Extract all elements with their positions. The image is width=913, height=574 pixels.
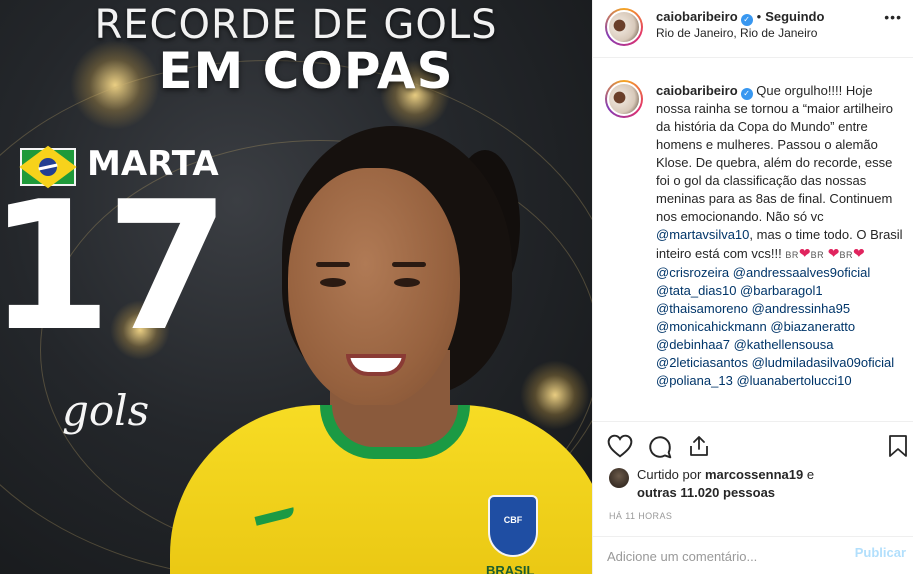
post-image[interactable]: RECORDE DE GOLS EM COPAS MARTA CBF BRASI…	[0, 0, 592, 574]
action-bar	[593, 421, 913, 467]
mention-link[interactable]: @crisrozeira	[656, 265, 729, 280]
likes-count-link[interactable]: outras 11.020 pessoas	[637, 485, 775, 500]
mention-link[interactable]: @poliana_13	[656, 373, 733, 388]
mention-link[interactable]: @luanabertolucci10	[736, 373, 851, 388]
more-options-icon[interactable]: •••	[884, 10, 902, 24]
avatar[interactable]	[609, 468, 629, 488]
post-header: caiobaribeiro ✓ • Seguindo Rio de Janeiro, …	[593, 0, 913, 58]
red-heart-emoji-icon: ❤	[798, 245, 811, 261]
player-photo: CBF BRASIL	[170, 120, 592, 574]
comment-icon[interactable]	[647, 434, 673, 460]
caption-area[interactable]: caiobaribeiro ✓ Que orgulho!!!! Hoje noss…	[593, 58, 913, 420]
mention-link[interactable]: @kathellensousa	[734, 337, 834, 352]
bookmark-icon[interactable]	[887, 434, 909, 458]
comment-input[interactable]	[607, 543, 847, 569]
shirt-brasil-label: BRASIL	[486, 563, 535, 574]
following-button[interactable]: Seguindo	[765, 9, 824, 24]
separator-dot: •	[756, 9, 762, 24]
mention-link[interactable]: @biazaneratto	[770, 319, 855, 334]
post-panel: caiobaribeiro ✓ • Seguindo Rio de Janeiro, …	[592, 0, 913, 574]
headline-line-2: EM COPAS	[158, 42, 454, 100]
br-flag-text: BR	[785, 250, 799, 260]
caption-username[interactable]: caiobaribeiro	[656, 83, 738, 98]
avatar[interactable]	[605, 8, 643, 46]
share-icon[interactable]	[687, 434, 711, 458]
header-user-line: caiobaribeiro ✓ • Seguindo	[656, 9, 824, 26]
mention-link[interactable]: @andressinha95	[752, 301, 850, 316]
br-flag-text: BR	[810, 250, 825, 260]
comment-bar: Publicar	[593, 536, 913, 574]
mention-link[interactable]: @martavsilva10	[656, 227, 749, 242]
goals-number: 17	[0, 163, 230, 370]
location-link[interactable]: Rio de Janeiro, Rio de Janeiro	[656, 26, 817, 40]
header-username[interactable]: caiobaribeiro	[656, 9, 738, 24]
red-heart-emoji-icon: ❤	[827, 245, 840, 261]
caption-text: caiobaribeiro ✓ Que orgulho!!!! Hoje noss…	[656, 82, 906, 390]
verified-badge-icon: ✓	[740, 88, 753, 100]
mention-link[interactable]: @debinhaa7	[656, 337, 730, 352]
liked-by-user-link[interactable]: marcossenna19	[705, 467, 803, 482]
heart-icon[interactable]	[607, 434, 633, 458]
mention-link[interactable]: @2leticiasantos	[656, 355, 748, 370]
mention-link[interactable]: @ludmiladasilva09oficial	[752, 355, 895, 370]
publish-button[interactable]: Publicar	[855, 545, 906, 560]
caption-body: Que orgulho!!!! Hoje nossa rainha se tor…	[656, 83, 894, 224]
red-heart-emoji-icon: ❤	[852, 245, 865, 261]
liked-by-connector: e	[806, 467, 815, 482]
goals-label: gols	[62, 386, 150, 435]
mention-link[interactable]: @thaisamoreno	[656, 301, 748, 316]
liked-by-text: Curtido por marcossenna19 e outras 11.02…	[637, 466, 907, 502]
avatar[interactable]	[605, 80, 643, 118]
mention-link[interactable]: @andressaalves9oficial	[733, 265, 871, 280]
liked-by-prefix: Curtido por	[637, 467, 702, 482]
verified-badge-icon: ✓	[740, 14, 753, 26]
cbf-crest-icon: CBF	[488, 495, 538, 557]
mention-link[interactable]: @tata_dias10	[656, 283, 736, 298]
mention-link[interactable]: @monicahickmann	[656, 319, 767, 334]
mention-link[interactable]: @barbaragol1	[740, 283, 823, 298]
post-timestamp[interactable]: HÁ 11 HORAS	[609, 511, 672, 521]
br-flag-text: BR	[839, 250, 853, 260]
